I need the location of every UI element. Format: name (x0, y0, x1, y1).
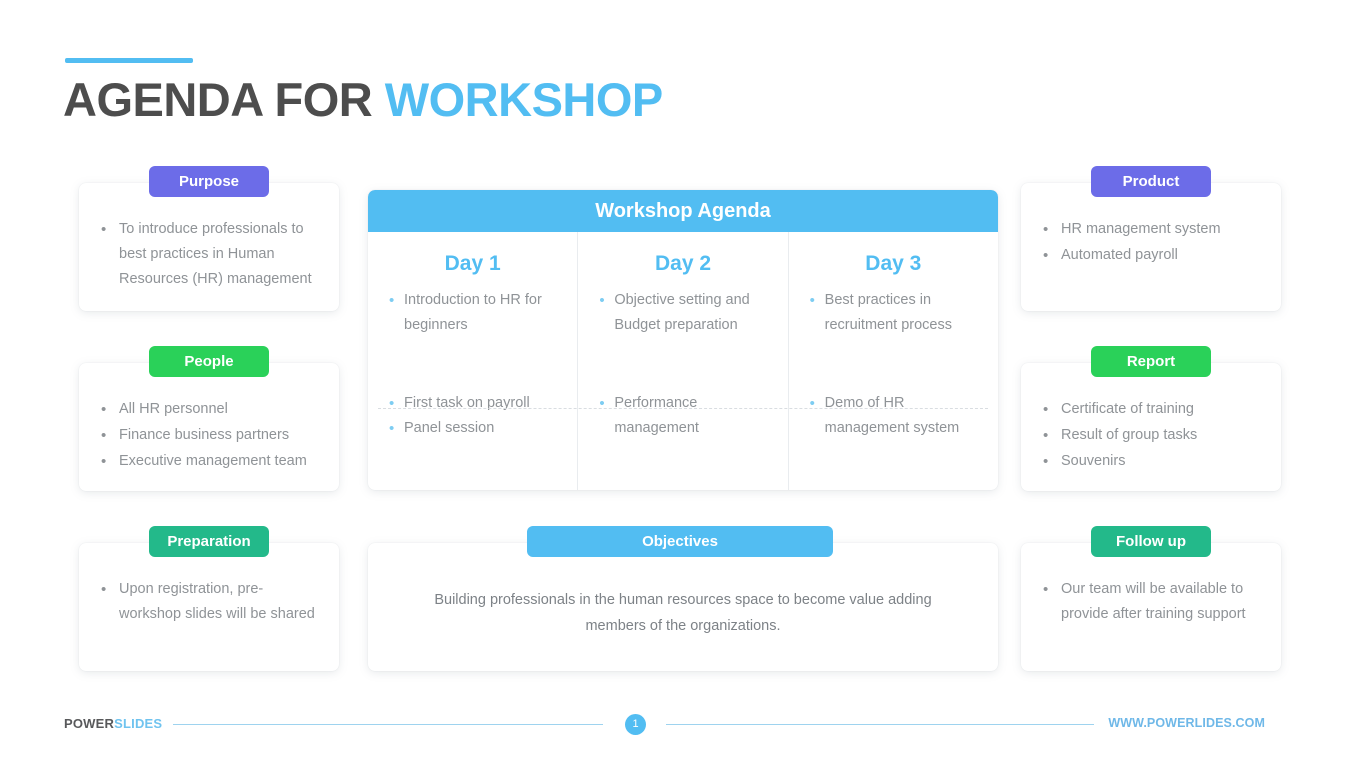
footer-divider-right (666, 724, 1094, 725)
agenda-cell-day1-row1: Introduction to HR for beginners (368, 282, 577, 371)
card-report-body: Certificate of training Result of group … (1021, 363, 1281, 491)
badge-follow-up[interactable]: Follow up (1091, 526, 1211, 557)
badge-report[interactable]: Report (1091, 346, 1211, 377)
list-item: First task on payroll (388, 391, 563, 416)
list-item: Best practices in recruitment process (809, 288, 984, 338)
list-item: Finance business partners (99, 423, 321, 448)
badge-product[interactable]: Product (1091, 166, 1211, 197)
list-item: Certificate of training (1041, 397, 1263, 422)
agenda-cell-day3-row1: Best practices in recruitment process (789, 282, 998, 371)
agenda-column-day3: Day 3 Best practices in recruitment proc… (787, 232, 998, 490)
list-item: Executive management team (99, 449, 321, 474)
list-item: Demo of HR management system (809, 391, 984, 441)
card-people-list: All HR personnel Finance business partne… (99, 397, 321, 474)
footer-divider-left (173, 724, 603, 725)
page-title: AGENDA FOR WORKSHOP (63, 72, 663, 127)
list-item: Souvenirs (1041, 449, 1263, 474)
card-people: All HR personnel Finance business partne… (79, 363, 339, 491)
card-purpose-list: To introduce professionals to best pract… (99, 217, 321, 292)
card-preparation: Upon registration, pre-workshop slides w… (79, 543, 339, 671)
agenda-cell-day2-row2: Performance management (578, 371, 787, 460)
card-people-body: All HR personnel Finance business partne… (79, 363, 339, 491)
footer-logo-main: POWER (64, 716, 115, 731)
footer-website-link[interactable]: WWW.POWERLIDES.COM (1108, 716, 1265, 730)
agenda-table-header: Workshop Agenda (368, 190, 998, 232)
footer-logo: POWERSLIDES (64, 716, 162, 731)
badge-purpose[interactable]: Purpose (149, 166, 269, 197)
agenda-column-day2: Day 2 Objective setting and Budget prepa… (577, 232, 787, 490)
card-preparation-body: Upon registration, pre-workshop slides w… (79, 543, 339, 644)
agenda-day-title: Day 1 (444, 252, 501, 275)
page-title-accent: WORKSHOP (384, 73, 664, 126)
badge-preparation[interactable]: Preparation (149, 526, 269, 557)
agenda-table-body: Day 1 Introduction to HR for beginners F… (368, 232, 998, 490)
list-item: Performance management (598, 391, 773, 441)
footer-logo-accent: SLIDES (114, 716, 163, 731)
card-follow-up-body: Our team will be available to provide af… (1021, 543, 1281, 644)
agenda-day-title: Day 2 (654, 252, 712, 275)
list-item: All HR personnel (99, 397, 321, 422)
card-purpose: To introduce professionals to best pract… (79, 183, 339, 311)
title-accent-rule (65, 58, 193, 63)
agenda-cell-day3-row2: Demo of HR management system (789, 371, 998, 460)
card-purpose-body: To introduce professionals to best pract… (79, 183, 339, 309)
card-follow-up-list: Our team will be available to provide af… (1041, 577, 1263, 627)
list-item: Introduction to HR for beginners (388, 288, 563, 338)
agenda-row-divider (378, 408, 988, 409)
card-preparation-list: Upon registration, pre-workshop slides w… (99, 577, 321, 627)
card-product-body: HR management system Automated payroll (1021, 183, 1281, 285)
card-follow-up: Our team will be available to provide af… (1021, 543, 1281, 671)
agenda-table: Workshop Agenda Day 1 Introduction to HR… (368, 190, 998, 490)
list-item: Automated payroll (1041, 243, 1263, 268)
card-product-list: HR management system Automated payroll (1041, 217, 1263, 268)
agenda-day-title: Day 3 (865, 252, 922, 275)
list-item: Panel session (388, 416, 563, 441)
slide-canvas: AGENDA FOR WORKSHOP To introduce profess… (0, 0, 1365, 767)
list-item: Our team will be available to provide af… (1041, 577, 1263, 627)
agenda-column-day1: Day 1 Introduction to HR for beginners F… (368, 232, 577, 490)
page-number-badge: 1 (625, 714, 646, 735)
list-item: HR management system (1041, 217, 1263, 242)
objectives-text: Building professionals in the human reso… (434, 592, 932, 634)
list-item: Result of group tasks (1041, 423, 1263, 448)
agenda-cell-day2-row1: Objective setting and Budget preparation (578, 282, 787, 371)
card-objectives: Building professionals in the human reso… (368, 543, 998, 671)
agenda-cell-day1-row2: First task on payroll Panel session (368, 371, 577, 460)
card-report: Certificate of training Result of group … (1021, 363, 1281, 491)
list-item: Objective setting and Budget preparation (598, 288, 773, 338)
card-product: HR management system Automated payroll (1021, 183, 1281, 311)
badge-people[interactable]: People (149, 346, 269, 377)
page-title-main: AGENDA FOR (63, 73, 373, 126)
card-report-list: Certificate of training Result of group … (1041, 397, 1263, 474)
list-item: Upon registration, pre-workshop slides w… (99, 577, 321, 627)
list-item: To introduce professionals to best pract… (99, 217, 321, 292)
badge-objectives[interactable]: Objectives (527, 526, 833, 557)
